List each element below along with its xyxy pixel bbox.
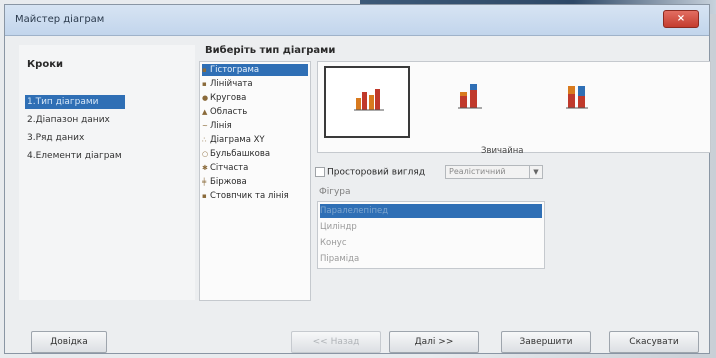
chart-type-item[interactable]: ▪ Стовпчик та лінія	[202, 190, 308, 202]
steps-panel: Кроки 1.Тип діаграми 2.Діапазон даних 3.…	[19, 45, 195, 300]
bar-chart-icon: ▪	[202, 66, 207, 74]
horizontal-bar-icon: ▪	[202, 80, 207, 88]
step-chart-elements[interactable]: 4.Елементи діаграм	[25, 149, 167, 163]
help-button[interactable]: Довідка	[31, 331, 107, 353]
back-button[interactable]: << Назад	[291, 331, 381, 353]
variant-label: Звичайна	[481, 146, 524, 156]
shape-item[interactable]: Циліндр	[320, 220, 542, 234]
three-d-label: Просторовий вигляд	[327, 167, 426, 178]
chart-type-label: Кругова	[210, 93, 247, 103]
step-data-series[interactable]: 3.Ряд даних	[25, 131, 167, 145]
normal-bar-icon	[354, 89, 384, 111]
stock-chart-icon: ╪	[202, 178, 207, 186]
chart-type-item[interactable]: ○ Бульбашкова	[202, 148, 308, 160]
step-data-range[interactable]: 2.Діапазон даних	[25, 113, 167, 127]
chart-type-item[interactable]: ~ Лінія	[202, 120, 308, 132]
chart-type-heading: Виберіть тип діаграми	[205, 45, 336, 56]
chart-type-label: Лінія	[210, 121, 232, 131]
step-chart-type[interactable]: 1.Тип діаграми	[25, 95, 125, 109]
chart-type-label: Область	[210, 107, 248, 117]
shape-item[interactable]: Конус	[320, 236, 542, 250]
chart-type-item[interactable]: ▲ Область	[202, 106, 308, 118]
shape-list: Паралелепіпед Циліндр Конус Піраміда	[317, 201, 545, 269]
percent-bar-icon	[566, 86, 588, 109]
chart-type-label: Бульбашкова	[210, 149, 271, 159]
combo-value: Реалістичний	[449, 167, 506, 176]
net-chart-icon: ✱	[202, 164, 208, 172]
chart-type-label: Стовпчик та лінія	[210, 191, 289, 201]
next-button[interactable]: Далі >>	[389, 331, 479, 353]
chart-type-label: Гістограма	[210, 65, 260, 75]
chart-type-item[interactable]: ▪ Гістограма	[202, 64, 308, 76]
pie-chart-icon: ●	[202, 94, 209, 102]
variant-percent-stacked[interactable]	[540, 66, 626, 138]
chart-type-item[interactable]: ● Кругова	[202, 92, 308, 104]
three-d-toggle[interactable]: Просторовий вигляд	[315, 167, 425, 178]
three-d-style-select[interactable]: Реалістичний ▼	[445, 165, 543, 179]
chart-type-label: Сітчаста	[210, 163, 249, 173]
chevron-down-icon[interactable]: ▼	[529, 166, 542, 178]
chart-type-item[interactable]: ╪ Біржова	[202, 176, 308, 188]
shape-item[interactable]: Паралелепіпед	[320, 204, 542, 218]
three-d-checkbox[interactable]	[315, 167, 325, 177]
line-chart-icon: ~	[202, 122, 208, 130]
chart-type-label: Біржова	[210, 177, 247, 187]
chart-type-list: ▪ Гістограма ▪ Лінійчата ● Кругова ▲ Область…	[199, 61, 311, 301]
bubble-chart-icon: ○	[202, 150, 209, 158]
chart-type-label: Лінійчата	[210, 79, 253, 89]
stacked-bar-icon	[458, 84, 482, 109]
chart-variant-panel	[317, 61, 711, 153]
shape-item[interactable]: Піраміда	[320, 252, 542, 266]
variant-stacked[interactable]	[430, 66, 516, 138]
title-bar[interactable]: Майстер діаграм ×	[5, 5, 709, 36]
finish-button[interactable]: Завершити	[501, 331, 591, 353]
shape-label: Фігура	[319, 187, 351, 197]
steps-heading: Кроки	[27, 59, 63, 70]
column-line-icon: ▪	[202, 192, 207, 200]
variant-normal[interactable]	[324, 66, 410, 138]
xy-chart-icon: ∴	[202, 136, 207, 144]
chart-wizard-dialog: Майстер діаграм × Кроки 1.Тип діаграми 2…	[4, 4, 711, 354]
dialog-title: Майстер діаграм	[15, 14, 105, 25]
chart-type-label: Діаграма XY	[210, 135, 265, 145]
chart-type-item[interactable]: ✱ Сітчаста	[202, 162, 308, 174]
chart-type-item[interactable]: ▪ Лінійчата	[202, 78, 308, 90]
area-chart-icon: ▲	[202, 108, 208, 116]
close-button[interactable]: ×	[663, 10, 699, 28]
chart-type-item[interactable]: ∴ Діаграма XY	[202, 134, 308, 146]
cancel-button[interactable]: Скасувати	[609, 331, 699, 353]
